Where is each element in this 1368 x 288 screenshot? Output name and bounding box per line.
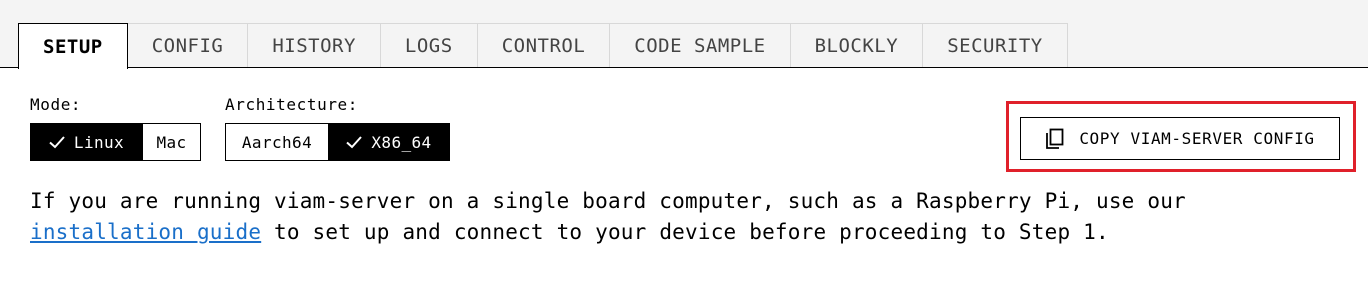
- tab-config[interactable]: CONFIG: [127, 23, 249, 67]
- installation-guide-link[interactable]: installation guide: [30, 220, 261, 244]
- tab-code-sample[interactable]: CODE SAMPLE: [610, 23, 791, 67]
- mode-mac-label: Mac: [156, 132, 187, 152]
- tab-list: SETUP CONFIG HISTORY LOGS CONTROL CODE S…: [18, 23, 1068, 69]
- arch-aarch64-button[interactable]: Aarch64: [225, 123, 329, 161]
- checkmark-icon: [346, 136, 363, 149]
- tab-bar: SETUP CONFIG HISTORY LOGS CONTROL CODE S…: [0, 0, 1368, 69]
- mode-mac-button[interactable]: Mac: [143, 123, 201, 161]
- tab-control[interactable]: CONTROL: [477, 23, 611, 67]
- tab-setup[interactable]: SETUP: [18, 23, 128, 69]
- tab-logs[interactable]: LOGS: [380, 23, 478, 67]
- setup-instructions: If you are running viam-server on a sing…: [30, 186, 1250, 248]
- copy-viam-server-config-button[interactable]: COPY VIAM-SERVER CONFIG: [1020, 117, 1340, 160]
- architecture-label: Architecture:: [225, 95, 359, 114]
- architecture-toggle-group: Aarch64 X86_64: [225, 123, 450, 161]
- arch-x86-64-button[interactable]: X86_64: [329, 123, 450, 161]
- tab-history[interactable]: HISTORY: [248, 23, 381, 67]
- mode-linux-label: Linux: [73, 132, 125, 152]
- arch-aarch64-label: Aarch64: [241, 132, 313, 152]
- tab-blockly[interactable]: BLOCKLY: [790, 23, 924, 67]
- mode-linux-button[interactable]: Linux: [30, 123, 143, 161]
- instructions-text-after: to set up and connect to your device bef…: [261, 220, 1109, 244]
- mode-label: Mode:: [30, 95, 82, 114]
- checkmark-icon: [49, 136, 65, 149]
- arch-x86-64-label: X86_64: [371, 132, 432, 152]
- copy-button-label: COPY VIAM-SERVER CONFIG: [1079, 129, 1315, 148]
- tab-security[interactable]: SECURITY: [923, 23, 1068, 67]
- copy-icon: [1046, 128, 1064, 149]
- mode-toggle-group: Linux Mac: [30, 123, 201, 161]
- instructions-text-before: If you are running viam-server on a sing…: [30, 189, 1186, 213]
